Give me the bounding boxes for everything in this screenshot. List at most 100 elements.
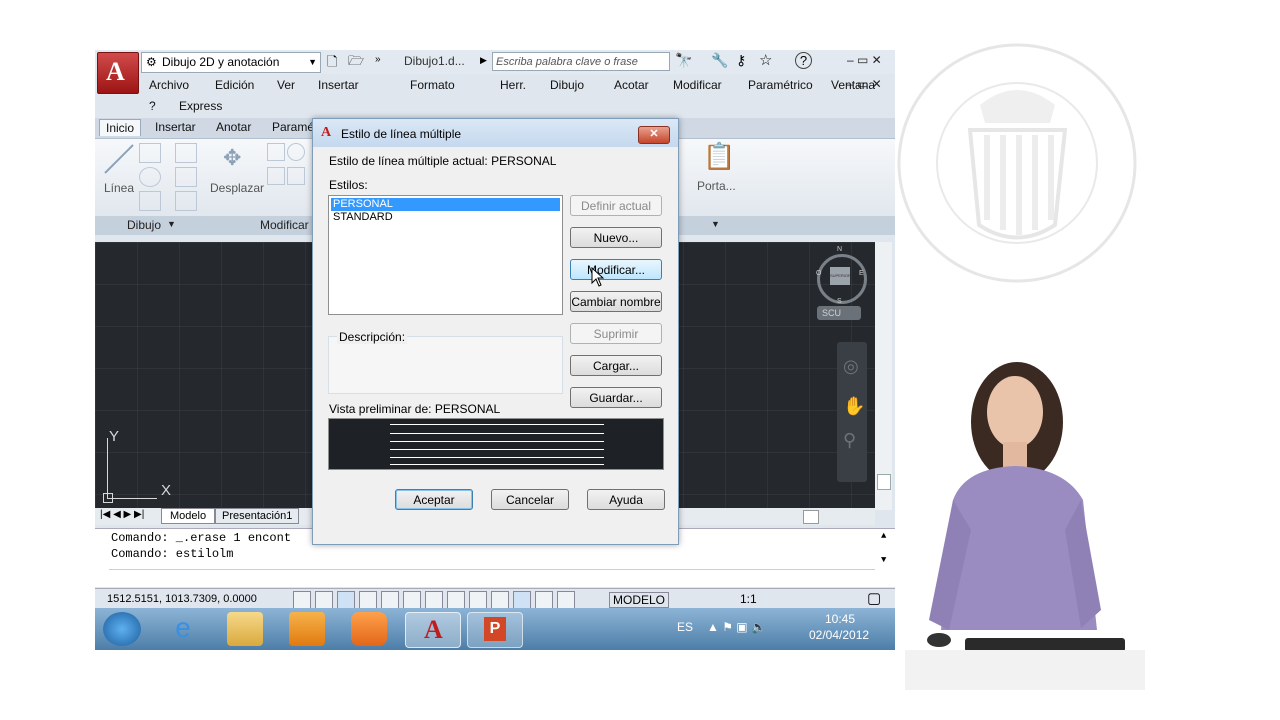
chevron-down-icon[interactable]: ▼ xyxy=(167,219,176,229)
pan-hand-icon[interactable]: ✋ xyxy=(843,396,865,417)
styles-list[interactable]: PERSONAL STANDARD xyxy=(328,195,563,315)
file-explorer-icon[interactable] xyxy=(227,612,263,646)
menu-ventana[interactable]: Ventana xyxy=(831,78,875,92)
help-icon[interactable]: ? xyxy=(795,52,812,69)
gear-icon: ⚙ xyxy=(146,55,157,69)
tab-modelo[interactable]: Modelo xyxy=(161,508,216,524)
modify-button[interactable]: Modificar... xyxy=(570,259,662,280)
menu-modificar[interactable]: Modificar xyxy=(673,78,722,92)
dialog-title: Estilo de línea múltiple xyxy=(341,127,462,141)
styles-label: Estilos: xyxy=(329,178,368,192)
rename-button[interactable]: Cambiar nombre xyxy=(570,291,662,312)
horizontal-scroll-thumb[interactable] xyxy=(803,510,819,524)
move-tool-icon[interactable]: ✥ xyxy=(223,145,241,171)
scroll-down-icon[interactable]: ▼ xyxy=(881,555,886,565)
wrench-icon[interactable]: 🔧 xyxy=(711,52,728,69)
draw-tools-grid[interactable] xyxy=(139,143,201,213)
powerpoint-taskbar-button[interactable]: P xyxy=(467,612,523,648)
zoom-icon[interactable]: ⚲ xyxy=(843,430,856,451)
menu-archivo[interactable]: Archivo xyxy=(149,78,189,92)
autocad-taskbar-button[interactable]: A xyxy=(405,612,461,648)
workspace-value: Dibujo 2D y anotación xyxy=(162,55,280,69)
media-player-icon[interactable] xyxy=(351,612,387,646)
autocad-logo-icon: A xyxy=(321,125,332,140)
modify-tools-grid[interactable] xyxy=(267,143,307,213)
tray-icons[interactable]: ▲ ⚑ ▣ 🔈 xyxy=(707,620,766,634)
coordinates-readout: 1512.5151, 1013.7309, 0.0000 xyxy=(107,593,257,605)
help-button[interactable]: Ayuda xyxy=(587,489,665,510)
windows-taskbar: e A P ES ▲ ⚑ ▣ 🔈 10:45 02/04/2012 xyxy=(95,608,895,650)
mouse-cursor-icon xyxy=(591,267,605,287)
line-tool-icon[interactable] xyxy=(103,143,135,175)
search-input[interactable]: Escriba palabra clave o frase xyxy=(492,52,670,71)
outlook-icon[interactable] xyxy=(289,612,325,646)
new-button[interactable]: Nuevo... xyxy=(570,227,662,248)
menu-acotar[interactable]: Acotar xyxy=(614,78,649,92)
ucs-button[interactable]: SCU xyxy=(817,306,861,320)
scroll-up-icon[interactable]: ▲ xyxy=(881,531,886,541)
list-item-personal[interactable]: PERSONAL xyxy=(331,198,560,211)
start-button[interactable] xyxy=(103,612,141,646)
list-item-standard[interactable]: STANDARD xyxy=(331,211,560,224)
viewcube-face[interactable]: SUPERIOR xyxy=(830,267,850,285)
menu-formato[interactable]: Formato xyxy=(410,78,455,92)
ok-button[interactable]: Aceptar xyxy=(395,489,473,510)
application-menu-button[interactable]: A xyxy=(97,52,139,94)
move-tool-label: Desplazar xyxy=(210,181,265,195)
language-indicator[interactable]: ES xyxy=(677,620,693,634)
compass-west: O xyxy=(816,270,822,277)
workspace-select[interactable]: ⚙ Dibujo 2D y anotación ▼ xyxy=(141,52,321,73)
menu-herr[interactable]: Herr. xyxy=(500,78,526,92)
panel-modificar[interactable]: Modificar xyxy=(260,218,309,232)
close-button[interactable]: ✕ xyxy=(638,126,670,144)
menu-express[interactable]: Express xyxy=(179,99,222,113)
model-toggle[interactable]: MODELO xyxy=(609,592,670,608)
compass-east: E xyxy=(859,270,864,277)
more-icon[interactable]: » xyxy=(375,54,381,65)
panel-dibujo[interactable]: Dibujo xyxy=(127,218,161,232)
arrow-right-icon: ▶ xyxy=(480,55,487,65)
drafting-toggles[interactable] xyxy=(293,591,595,609)
open-folder-icon[interactable]: 🗁 xyxy=(348,52,364,74)
command-line-1: Comando: _.erase 1 encont xyxy=(111,531,292,545)
multiline-style-dialog: A Estilo de línea múltiple ✕ Estilo de l… xyxy=(312,118,679,545)
menu-help[interactable]: ? xyxy=(149,99,156,113)
menu-dibujo[interactable]: Dibujo xyxy=(550,78,584,92)
tab-presentacion1[interactable]: Presentación1 xyxy=(215,508,300,524)
cancel-button[interactable]: Cancelar xyxy=(491,489,569,510)
new-file-icon[interactable]: 🗋 xyxy=(327,53,337,75)
tab-anotar[interactable]: Anotar xyxy=(216,120,251,134)
tab-insertar[interactable]: Insertar xyxy=(155,120,196,134)
internet-explorer-icon[interactable]: e xyxy=(165,612,201,646)
description-field xyxy=(328,336,563,394)
navigation-bar[interactable]: ◎ ✋ ⚲ xyxy=(837,342,867,482)
line-tool-label: Línea xyxy=(104,181,135,195)
vertical-scrollbar[interactable] xyxy=(875,242,892,510)
set-current-button[interactable]: Definir actual xyxy=(570,195,662,216)
tab-inicio[interactable]: Inicio xyxy=(99,119,142,136)
save-button[interactable]: Guardar... xyxy=(570,387,662,408)
tab-parametrico[interactable]: Paramé xyxy=(272,120,314,134)
menu-insertar[interactable]: Insertar xyxy=(318,78,359,92)
scroll-thumb[interactable] xyxy=(877,474,891,490)
star-icon[interactable]: ☆ xyxy=(759,51,772,69)
binoculars-icon[interactable]: 🔭 xyxy=(675,52,692,69)
annotation-scale[interactable]: 1:1 xyxy=(740,592,757,606)
key-icon[interactable]: ⚷ xyxy=(736,52,746,69)
description-label: Descripción: xyxy=(337,330,408,344)
command-input[interactable] xyxy=(109,569,875,586)
fullscreen-icon[interactable]: ▢ xyxy=(867,589,881,607)
clipboard-label: Porta... xyxy=(697,179,736,193)
preview-label: Vista preliminar de: PERSONAL xyxy=(329,402,501,416)
clipboard-icon[interactable]: 📋 xyxy=(703,141,735,172)
steering-wheel-icon[interactable]: ◎ xyxy=(843,356,859,377)
menu-bar: Archivo Edición Ver Insertar Formato Her… xyxy=(141,74,891,114)
tab-nav-arrows[interactable]: |◀ ◀ ▶ ▶| xyxy=(100,509,144,520)
menu-ver[interactable]: Ver xyxy=(277,78,295,92)
window-controls[interactable]: – ▭ ✕ xyxy=(847,53,882,67)
delete-button[interactable]: Suprimir xyxy=(570,323,662,344)
menu-edicion[interactable]: Edición xyxy=(215,78,254,92)
load-button[interactable]: Cargar... xyxy=(570,355,662,376)
chevron-down-icon[interactable]: ▼ xyxy=(711,219,720,229)
menu-parametrico[interactable]: Paramétrico xyxy=(748,78,813,92)
